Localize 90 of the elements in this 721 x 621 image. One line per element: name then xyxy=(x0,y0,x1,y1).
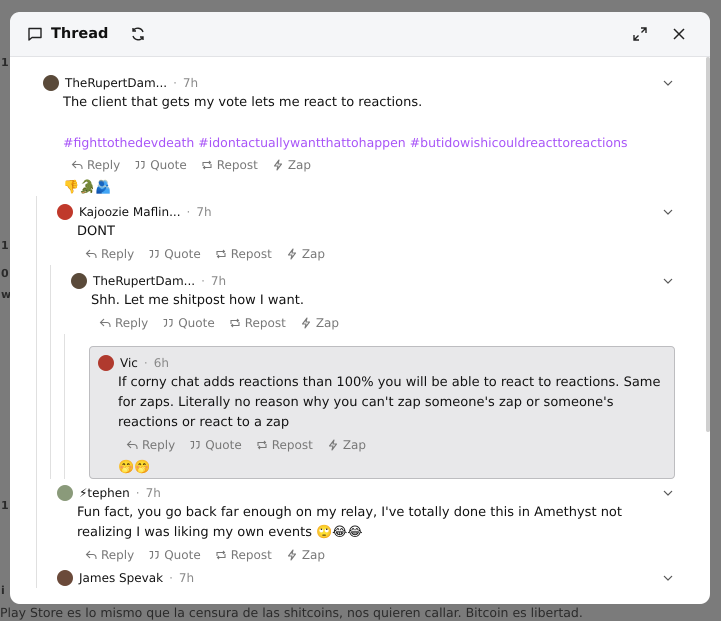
chevron-down-icon[interactable] xyxy=(663,209,673,215)
timestamp: 7h xyxy=(210,274,226,288)
repost-icon xyxy=(200,158,213,170)
zap-action[interactable]: Zap xyxy=(286,246,326,260)
repost-icon xyxy=(256,438,268,450)
reply-action[interactable]: Reply xyxy=(126,438,176,452)
zap-icon xyxy=(326,438,339,450)
repost-icon xyxy=(214,248,227,260)
author-name[interactable]: TheRupertDam... xyxy=(65,76,168,90)
quote-icon xyxy=(148,248,160,260)
author-name[interactable]: Vic xyxy=(120,356,138,370)
separator-dot: · xyxy=(169,571,173,585)
note-text: The client that gets my vote lets me react to reactions. xyxy=(63,94,424,112)
chat-bubble-icon xyxy=(27,26,43,42)
zap-icon xyxy=(286,548,298,560)
quote-icon xyxy=(134,158,146,170)
avatar[interactable] xyxy=(98,355,114,371)
avatar[interactable] xyxy=(43,75,59,91)
timestamp: 6h xyxy=(154,356,169,370)
avatar[interactable] xyxy=(57,570,73,586)
quote-action[interactable]: Quote xyxy=(148,548,201,562)
scrollbar[interactable] xyxy=(706,57,710,432)
hashtag-link[interactable]: #butidowishicouldreacttoreactions xyxy=(410,135,628,150)
background-text: Play Store es lo mismo que la censura de las shitcoins, nos quieren callar. Bitcoin es libertad. xyxy=(0,605,583,620)
expand-icon[interactable] xyxy=(632,26,648,42)
quote-action[interactable]: Quote xyxy=(162,316,215,330)
quote-action[interactable]: Quote xyxy=(148,246,201,260)
author-name[interactable]: Kajoozie Maflin... xyxy=(79,205,181,219)
reply-icon xyxy=(85,548,97,560)
avatar[interactable] xyxy=(71,273,87,289)
zap-icon xyxy=(300,316,312,328)
quote-icon xyxy=(162,316,174,328)
reactions[interactable]: 👎🐊🫂 xyxy=(63,180,111,196)
repost-action[interactable]: Repost xyxy=(214,246,272,260)
repost-action[interactable]: Repost xyxy=(228,316,286,330)
chevron-down-icon[interactable] xyxy=(663,80,673,86)
reply-icon xyxy=(126,438,138,450)
hashtag-link[interactable]: #idontactuallywantthattohappen xyxy=(198,135,406,150)
refresh-icon[interactable] xyxy=(130,26,146,42)
quote-action[interactable]: Quote xyxy=(189,438,242,452)
background-text: 1 xyxy=(1,239,9,252)
chevron-down-icon[interactable] xyxy=(663,278,673,284)
separator-dot: · xyxy=(173,76,177,90)
separator-dot: · xyxy=(186,205,190,219)
chevron-down-icon[interactable] xyxy=(663,575,673,581)
repost-action[interactable]: Repost xyxy=(200,158,258,172)
separator-dot: · xyxy=(144,356,148,370)
zap-icon xyxy=(286,248,298,260)
zap-action[interactable]: Zap xyxy=(300,316,340,330)
reply-action[interactable]: Reply xyxy=(85,246,134,260)
timestamp: 7h xyxy=(178,571,194,585)
reply-action[interactable]: Reply xyxy=(85,548,134,562)
zap-action[interactable]: Zap xyxy=(286,548,326,562)
reply-action[interactable]: Reply xyxy=(99,316,148,330)
note-text: Shh. Let me shitpost how I want. xyxy=(91,292,305,310)
reply-action[interactable]: Reply xyxy=(71,158,120,172)
note-text: DONT xyxy=(77,223,116,241)
background-text: 0 xyxy=(1,267,9,280)
quote-action[interactable]: Quote xyxy=(134,158,187,172)
reply-icon xyxy=(99,316,111,328)
repost-icon xyxy=(214,548,227,560)
reply-icon xyxy=(85,248,97,260)
background-text: 1 xyxy=(1,56,9,69)
close-icon[interactable] xyxy=(672,27,686,41)
zap-action[interactable]: Zap xyxy=(326,438,366,452)
background-text: 1 xyxy=(1,499,9,512)
repost-action[interactable]: Repost xyxy=(214,548,272,562)
chevron-down-icon[interactable] xyxy=(663,490,673,496)
quote-icon xyxy=(148,548,160,560)
author-name[interactable]: James Spevak xyxy=(79,571,164,585)
note-text: If corny chat adds reactions than 100% you will be able to react to reactions. Same for zaps. Literally no reason why you can't zap someone's zap or someone's reactions or react to a zap xyxy=(118,374,662,432)
timestamp: 7h xyxy=(146,486,161,500)
repost-icon xyxy=(228,316,241,328)
background-text: w xyxy=(1,288,12,301)
timestamp: 7h xyxy=(196,205,212,219)
background-text: i xyxy=(1,584,5,597)
author-name[interactable]: ⚡tephen xyxy=(79,486,130,500)
dialog-title: Thread xyxy=(51,26,108,42)
separator-dot: · xyxy=(136,486,140,500)
quote-icon xyxy=(189,438,202,450)
note-text: Fun fact, you go back far enough on my relay, I've totally done this in Amethyst not realizing I was liking my own events 🙄😂😂 xyxy=(77,504,623,542)
repost-action[interactable]: Repost xyxy=(256,438,313,452)
avatar[interactable] xyxy=(57,204,73,220)
author-name[interactable]: TheRupertDam... xyxy=(93,274,196,288)
hashtag-link[interactable]: #fighttothedevdeath xyxy=(63,135,194,150)
reply-icon xyxy=(71,158,83,170)
zap-action[interactable]: Zap xyxy=(272,158,312,172)
zap-icon xyxy=(272,158,284,170)
separator-dot: · xyxy=(201,274,205,288)
timestamp: 7h xyxy=(182,76,198,90)
